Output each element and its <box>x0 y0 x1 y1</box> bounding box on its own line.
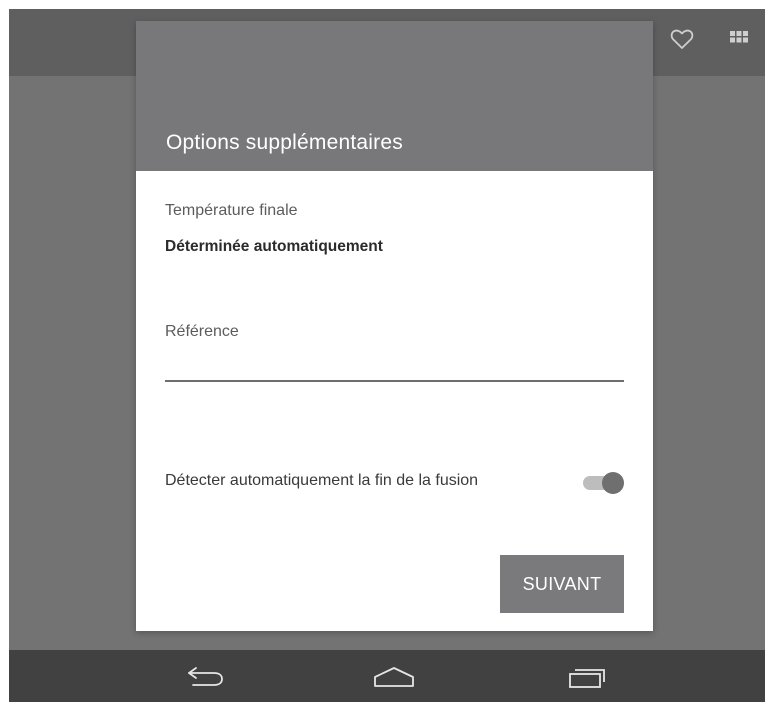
final-temperature-value: Déterminée automatiquement <box>165 238 383 255</box>
reference-placeholder: Référence <box>165 323 239 340</box>
next-button[interactable]: SUIVANT <box>500 555 624 613</box>
toggle-thumb <box>602 472 624 494</box>
app-screen: Options supplémentaires Température fina… <box>9 9 765 702</box>
auto-detect-label: Détecter automatiquement la fin de la fu… <box>165 472 479 489</box>
home-icon[interactable] <box>364 660 424 694</box>
extra-options-dialog: Options supplémentaires Température fina… <box>136 21 653 631</box>
grid-apps-icon[interactable] <box>726 26 752 52</box>
auto-detect-toggle[interactable] <box>582 471 624 495</box>
reference-input[interactable] <box>165 349 624 379</box>
recent-apps-icon[interactable] <box>557 660 617 694</box>
reference-field[interactable]: Référence <box>165 323 624 395</box>
back-icon[interactable] <box>176 660 236 694</box>
system-nav-bar <box>9 650 765 702</box>
dialog-title: Options supplémentaires <box>166 131 403 154</box>
favorite-heart-icon[interactable] <box>669 26 695 52</box>
dialog-header: Options supplémentaires <box>136 21 653 171</box>
reference-underline <box>165 380 624 382</box>
final-temperature-label: Température finale <box>165 202 298 219</box>
